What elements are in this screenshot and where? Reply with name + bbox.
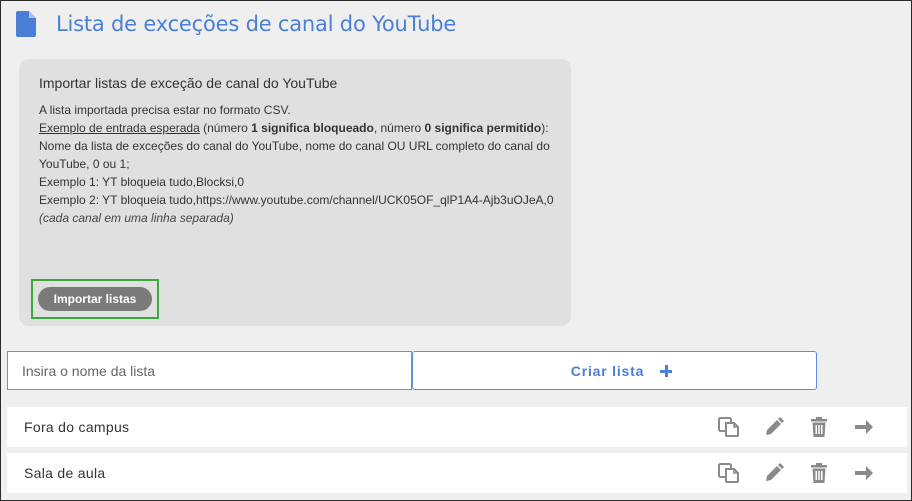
create-list-button[interactable]: Criar lista [412, 351, 817, 390]
example-1: Exemplo 1: YT bloqueia tudo,Blocksi,0 [39, 175, 245, 189]
pencil-icon[interactable] [762, 416, 786, 438]
list-item-name: Fora do campus [24, 419, 130, 435]
format-requirement: A lista importada precisa estar no forma… [39, 103, 291, 117]
allowed-meaning: 0 significa permitido [424, 121, 542, 135]
plus-icon [660, 364, 673, 377]
import-instructions: A lista importada precisa estar no forma… [39, 101, 554, 227]
trash-icon[interactable] [807, 462, 831, 484]
pencil-icon[interactable] [762, 462, 786, 484]
app-frame: Lista de exceções de canal do YouTube Im… [0, 0, 912, 501]
example-description: Exemplo de entrada esperada (número 1 si… [39, 119, 554, 137]
list-item-actions [717, 416, 897, 438]
example-2: Exemplo 2: YT bloqueia tudo,https://www.… [39, 193, 554, 207]
format-line: Nome da lista de exceções do canal do Yo… [39, 139, 550, 171]
page-header: Lista de exceções de canal do YouTube [16, 9, 456, 39]
example-text-1: (número [199, 121, 252, 135]
separate-line-note: (cada canal em uma linha separada) [39, 211, 234, 225]
import-panel: Importar listas de exceção de canal do Y… [19, 59, 571, 326]
arrow-right-icon[interactable] [852, 416, 876, 438]
list-item[interactable]: Sala de aula [7, 453, 907, 493]
copy-icon[interactable] [717, 416, 741, 438]
list-item-actions [717, 462, 897, 484]
list-name-input[interactable] [7, 351, 412, 390]
example-text-2: , número [373, 121, 425, 135]
blocked-meaning: 1 significa bloqueado [251, 121, 374, 135]
import-title: Importar listas de exceção de canal do Y… [39, 75, 338, 91]
list-item[interactable]: Fora do campus [7, 407, 907, 447]
document-icon [16, 11, 38, 37]
trash-icon[interactable] [807, 416, 831, 438]
import-lists-button[interactable]: Importar listas [38, 287, 152, 311]
example-text-3: ): [541, 121, 549, 135]
create-list-label: Criar lista [570, 362, 645, 379]
expected-input-example-link[interactable]: Exemplo de entrada esperada [39, 121, 200, 135]
page-title: Lista de exceções de canal do YouTube [56, 12, 457, 36]
arrow-right-icon[interactable] [852, 462, 876, 484]
copy-icon[interactable] [717, 462, 741, 484]
import-button-highlight: Importar listas [31, 279, 159, 319]
list-item-name: Sala de aula [24, 465, 106, 481]
